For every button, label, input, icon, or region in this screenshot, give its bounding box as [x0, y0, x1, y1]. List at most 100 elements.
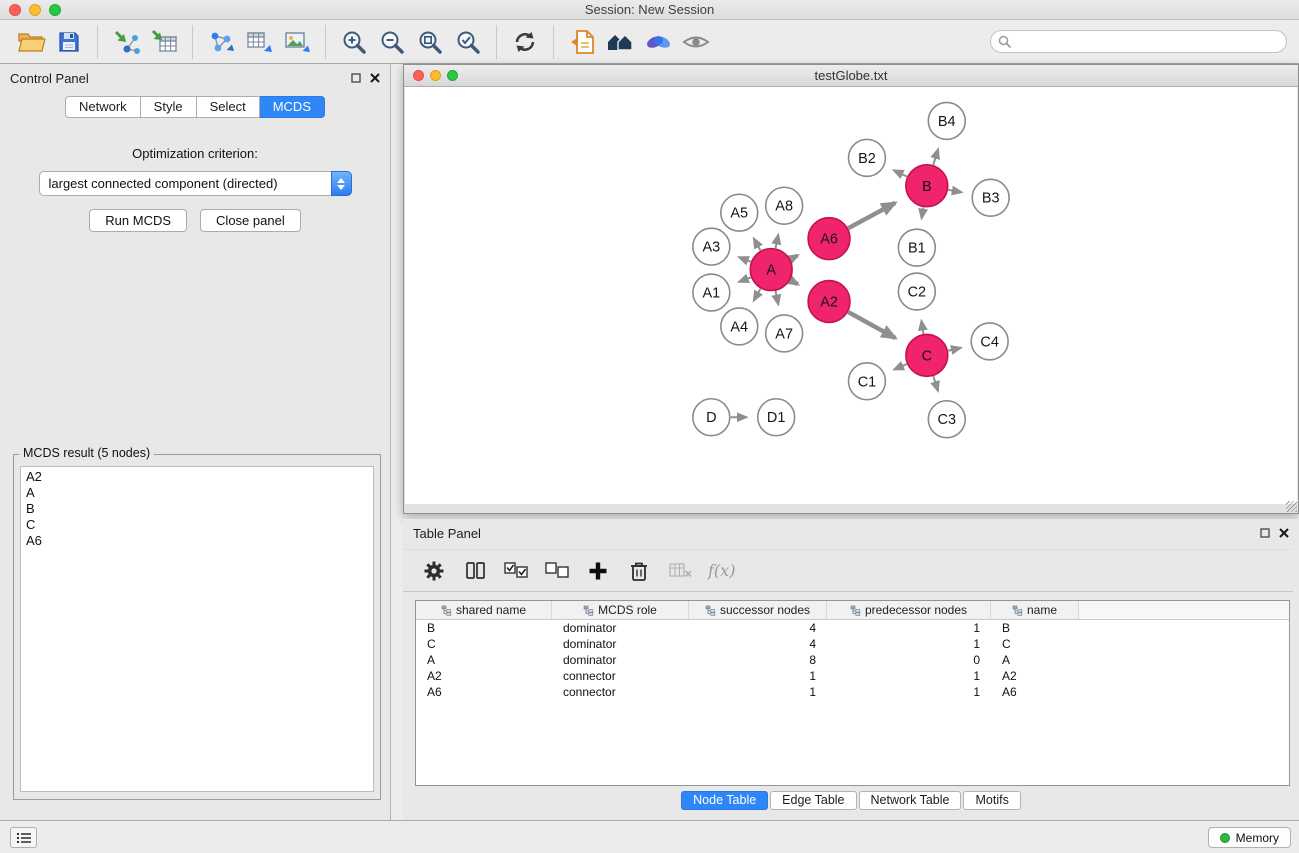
criterion-dropdown[interactable]: largest connected component (directed) — [39, 171, 352, 196]
edge-A2-C[interactable] — [848, 312, 895, 338]
edge-A-A3[interactable] — [739, 257, 751, 262]
table-cell[interactable]: dominator — [552, 653, 689, 667]
mcds-result-item[interactable]: A6 — [26, 533, 368, 549]
network-canvas[interactable]: AA6A2BCA5A8A3A1A4A7B2B4B3B1C2C4C1C3DD1 — [405, 87, 1297, 504]
float-table-panel-button[interactable] — [1260, 528, 1270, 538]
edge-A-A6[interactable] — [791, 256, 798, 260]
refresh-view-button[interactable] — [506, 24, 544, 60]
close-table-panel-button[interactable] — [1279, 528, 1289, 538]
memory-button[interactable]: Memory — [1208, 827, 1291, 848]
table-row[interactable]: Bdominator41B — [416, 620, 1289, 636]
mcds-result-item[interactable]: B — [26, 501, 368, 517]
panel-menu-button[interactable] — [10, 827, 37, 848]
zoom-out-button[interactable] — [373, 24, 411, 60]
table-cell[interactable]: 1 — [827, 637, 991, 651]
mcds-result-item[interactable]: C — [26, 517, 368, 533]
node-A[interactable]: A — [750, 249, 792, 291]
style-tool-button[interactable] — [639, 24, 677, 60]
edge-A-A1[interactable] — [739, 277, 751, 282]
edge-B-B3[interactable] — [948, 190, 961, 193]
table-cell[interactable]: 1 — [827, 685, 991, 699]
edge-B-B4[interactable] — [933, 149, 938, 165]
edge-A-A8[interactable] — [776, 235, 779, 248]
network-zoom-icon[interactable] — [447, 70, 458, 81]
node-A1[interactable]: A1 — [693, 274, 730, 311]
resize-grip[interactable] — [1286, 501, 1297, 512]
table-cell[interactable]: 1 — [689, 669, 827, 683]
table-cell[interactable]: B — [416, 621, 552, 635]
tab-edge-table[interactable]: Edge Table — [770, 791, 856, 810]
delete-table-button[interactable] — [667, 556, 693, 586]
export-table-button[interactable] — [240, 24, 278, 60]
table-options-button[interactable] — [421, 556, 447, 586]
edge-A-A2[interactable] — [790, 280, 797, 284]
edge-A-A5[interactable] — [754, 238, 761, 250]
table-cell[interactable]: dominator — [552, 621, 689, 635]
close-panel-button-icon[interactable] — [370, 73, 380, 83]
mcds-result-item[interactable]: A — [26, 485, 368, 501]
tab-motifs[interactable]: Motifs — [963, 791, 1020, 810]
edge-C-C2[interactable] — [921, 321, 923, 334]
network-window-titlebar[interactable]: testGlobe.txt — [404, 65, 1298, 87]
node-C1[interactable]: C1 — [849, 363, 886, 400]
float-panel-button[interactable] — [351, 73, 361, 83]
node-A4[interactable]: A4 — [721, 308, 758, 345]
table-cell[interactable]: A2 — [991, 669, 1079, 683]
table-cell[interactable]: B — [991, 621, 1079, 635]
table-cell[interactable]: A6 — [416, 685, 552, 699]
network-graph[interactable]: AA6A2BCA5A8A3A1A4A7B2B4B3B1C2C4C1C3DD1 — [405, 87, 1297, 504]
node-C[interactable]: C — [906, 334, 948, 376]
edge-C-C4[interactable] — [948, 348, 961, 351]
delete-rows-button[interactable] — [626, 556, 652, 586]
zoom-fit-button[interactable] — [411, 24, 449, 60]
edge-C-C3[interactable] — [933, 376, 938, 391]
tab-select[interactable]: Select — [197, 96, 260, 118]
table-cell[interactable]: A — [991, 653, 1079, 667]
import-table-button[interactable] — [145, 24, 183, 60]
node-B3[interactable]: B3 — [972, 179, 1009, 216]
table-cell[interactable]: 1 — [689, 685, 827, 699]
node-A6[interactable]: A6 — [808, 218, 850, 260]
node-A3[interactable]: A3 — [693, 228, 730, 265]
tab-node-table[interactable]: Node Table — [681, 791, 768, 810]
table-cell[interactable]: 8 — [689, 653, 827, 667]
table-cell[interactable]: connector — [552, 669, 689, 683]
column-header-successor-nodes[interactable]: successor nodes — [689, 601, 827, 619]
close-window-icon[interactable] — [9, 4, 21, 16]
run-mcds-button[interactable]: Run MCDS — [89, 209, 187, 232]
node-A8[interactable]: A8 — [766, 187, 803, 224]
zoom-in-button[interactable] — [335, 24, 373, 60]
first-neighbors-button[interactable] — [601, 24, 639, 60]
export-network-button[interactable] — [202, 24, 240, 60]
node-D1[interactable]: D1 — [758, 399, 795, 436]
close-panel-button[interactable]: Close panel — [200, 209, 301, 232]
table-row[interactable]: A2connector11A2 — [416, 668, 1289, 684]
table-cell[interactable]: A6 — [991, 685, 1079, 699]
column-header-predecessor-nodes[interactable]: predecessor nodes — [827, 601, 991, 619]
edge-B-B1[interactable] — [922, 207, 924, 218]
table-row[interactable]: A6connector11A6 — [416, 684, 1289, 700]
table-cell[interactable]: 0 — [827, 653, 991, 667]
table-cell[interactable]: A2 — [416, 669, 552, 683]
zoom-window-icon[interactable] — [49, 4, 61, 16]
table-cell[interactable]: 1 — [827, 669, 991, 683]
node-A7[interactable]: A7 — [766, 315, 803, 352]
table-cell[interactable]: C — [416, 637, 552, 651]
table-cell[interactable]: connector — [552, 685, 689, 699]
deselect-all-rows-button[interactable] — [544, 556, 570, 586]
table-row[interactable]: Adominator80A — [416, 652, 1289, 668]
node-D[interactable]: D — [693, 399, 730, 436]
search-input[interactable] — [990, 30, 1287, 53]
node-B1[interactable]: B1 — [898, 229, 935, 266]
node-C3[interactable]: C3 — [928, 401, 965, 438]
node-C4[interactable]: C4 — [971, 323, 1008, 360]
table-cell[interactable]: 4 — [689, 621, 827, 635]
tab-style[interactable]: Style — [141, 96, 197, 118]
table-cell[interactable]: C — [991, 637, 1079, 651]
network-minimize-icon[interactable] — [430, 70, 441, 81]
function-builder-button[interactable]: f(x) — [708, 556, 735, 586]
table-row[interactable]: Cdominator41C — [416, 636, 1289, 652]
toggle-columns-button[interactable] — [462, 556, 488, 586]
edge-A6-B[interactable] — [848, 203, 895, 228]
add-row-button[interactable] — [585, 556, 611, 586]
